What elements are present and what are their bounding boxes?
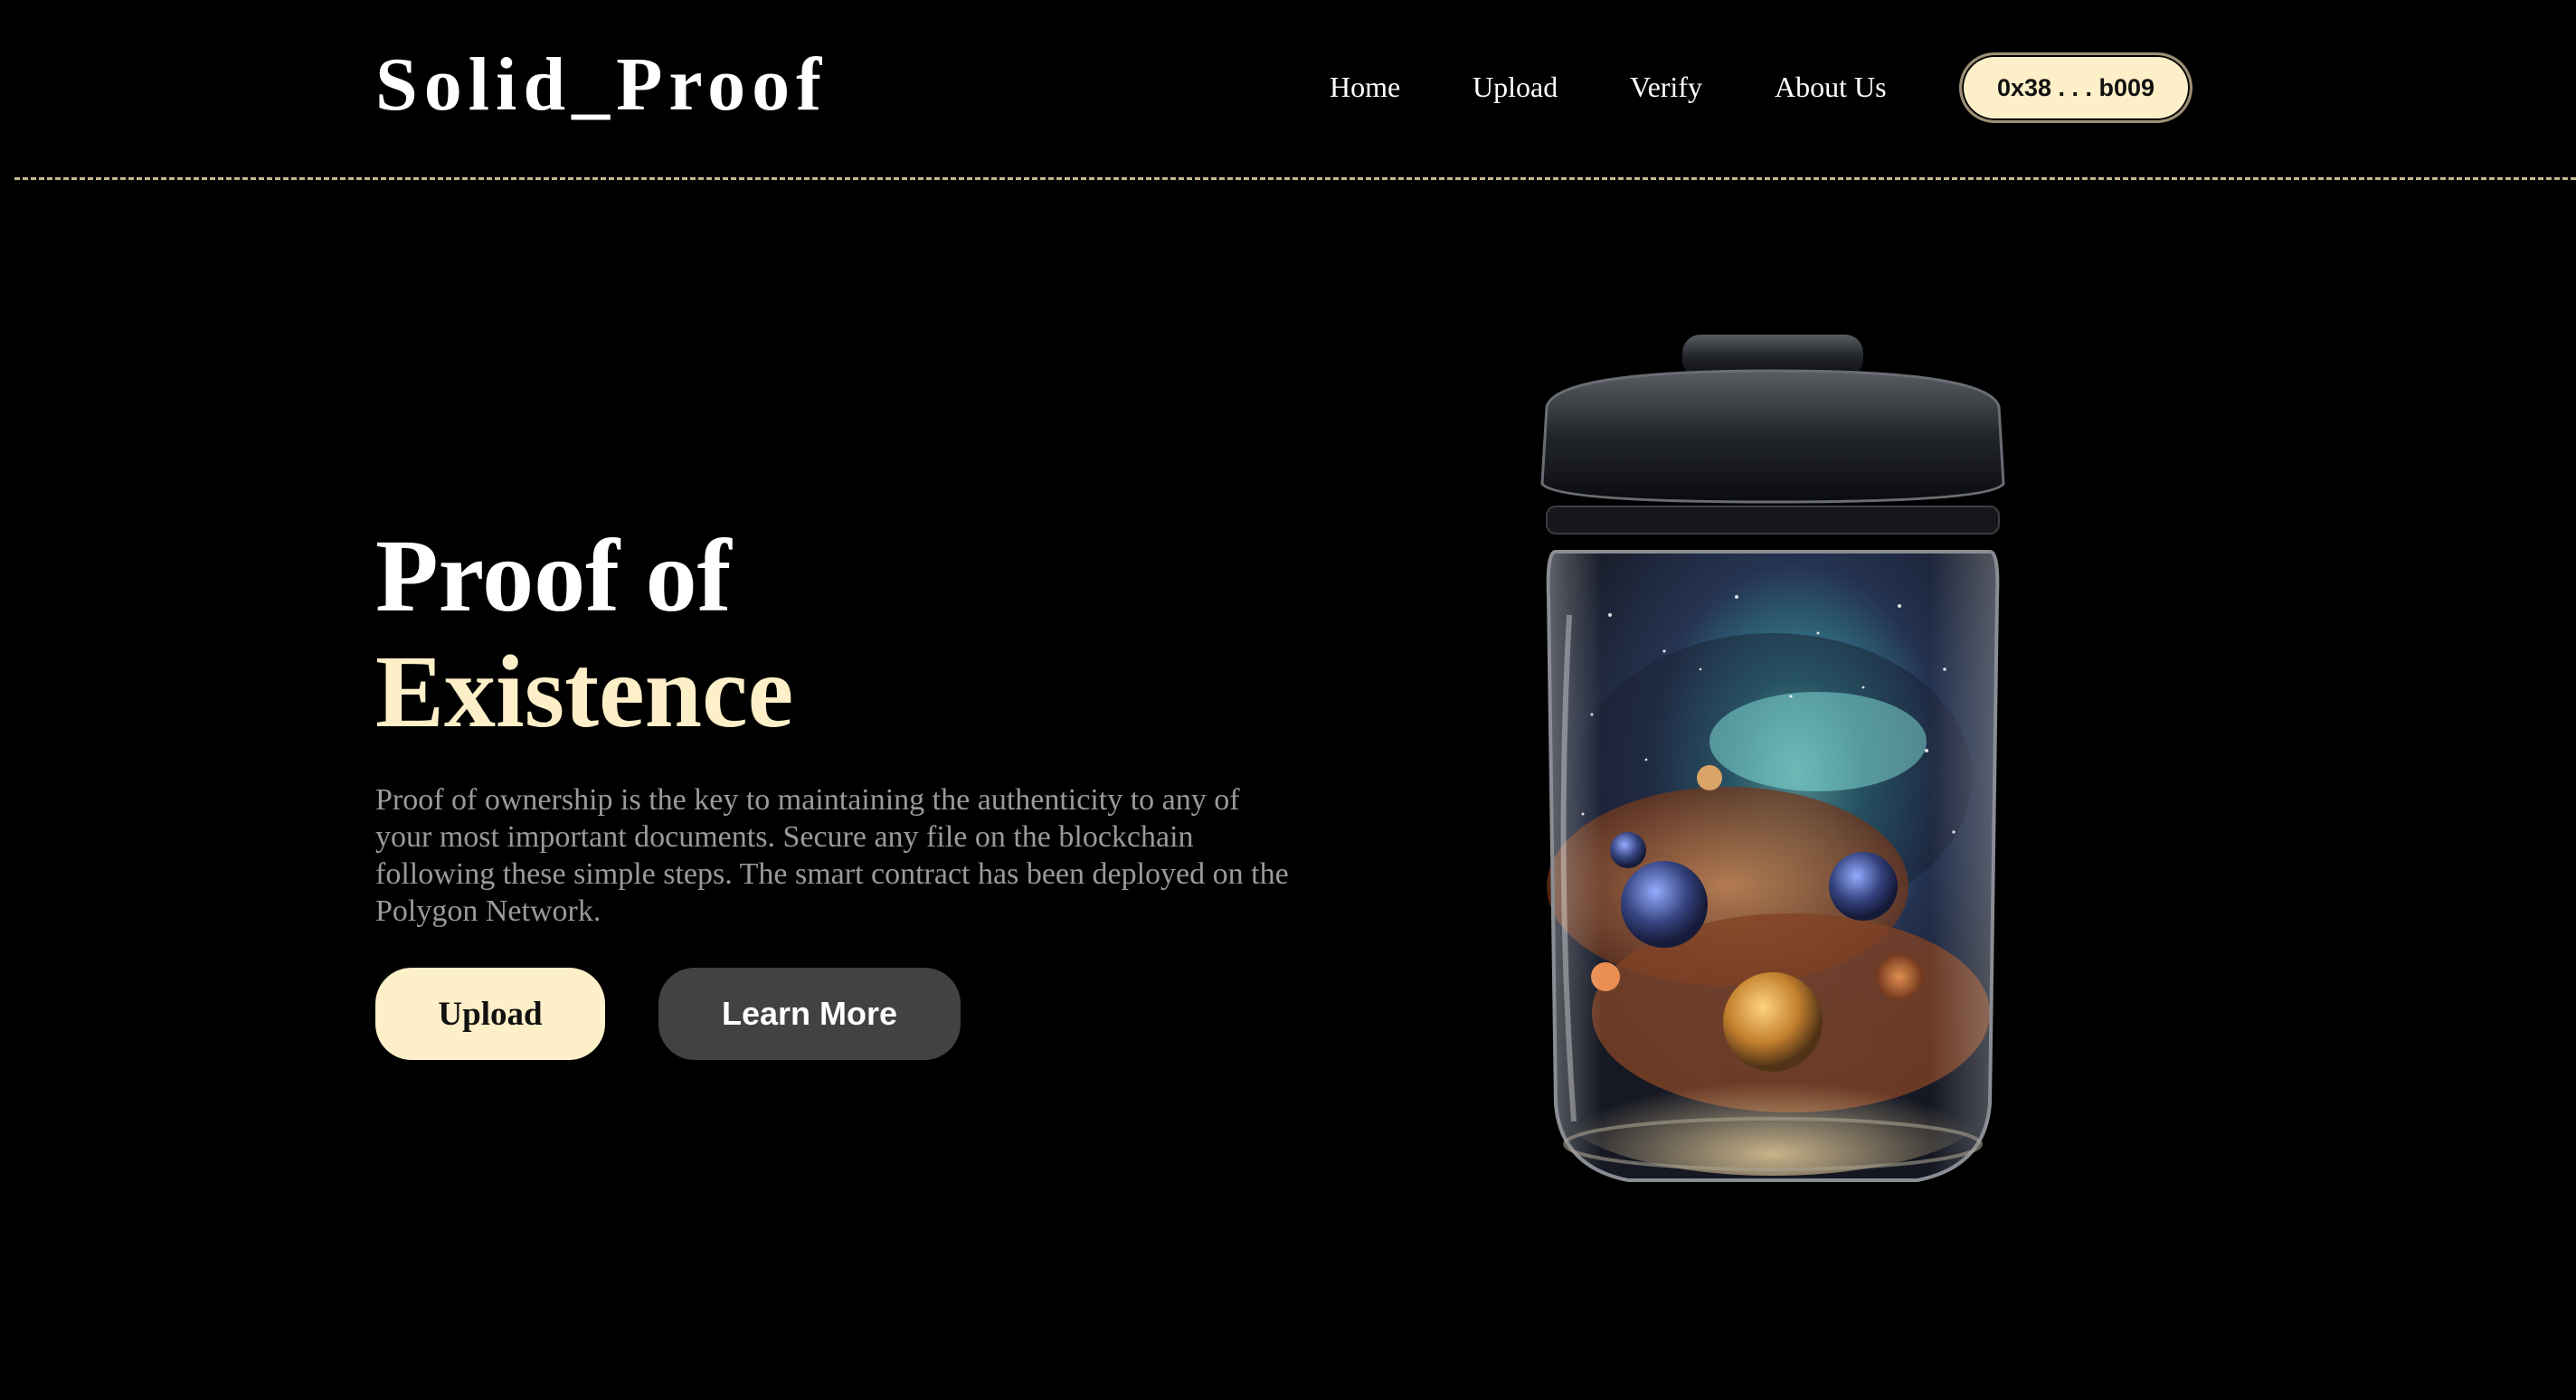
- header-divider: [14, 177, 2576, 180]
- hero-title-line1: Proof of: [375, 518, 732, 633]
- nav-upload-link[interactable]: Upload: [1473, 65, 1558, 109]
- nav-home-link[interactable]: Home: [1330, 65, 1400, 109]
- hero-description: Proof of ownership is the key to maintai…: [375, 783, 1289, 928]
- upload-button[interactable]: Upload: [375, 968, 605, 1060]
- nav-about-us-link[interactable]: About Us: [1775, 65, 1887, 109]
- wallet-address-button[interactable]: 0x38 . . . b009: [1959, 52, 2192, 123]
- hero-title-line2: Existence: [375, 634, 794, 749]
- galaxy-jar-image: [1540, 335, 2005, 1228]
- site-logo[interactable]: Solid_Proof: [375, 40, 828, 130]
- learn-more-button[interactable]: Learn More: [658, 968, 961, 1060]
- nav-verify-link[interactable]: Verify: [1630, 65, 1702, 109]
